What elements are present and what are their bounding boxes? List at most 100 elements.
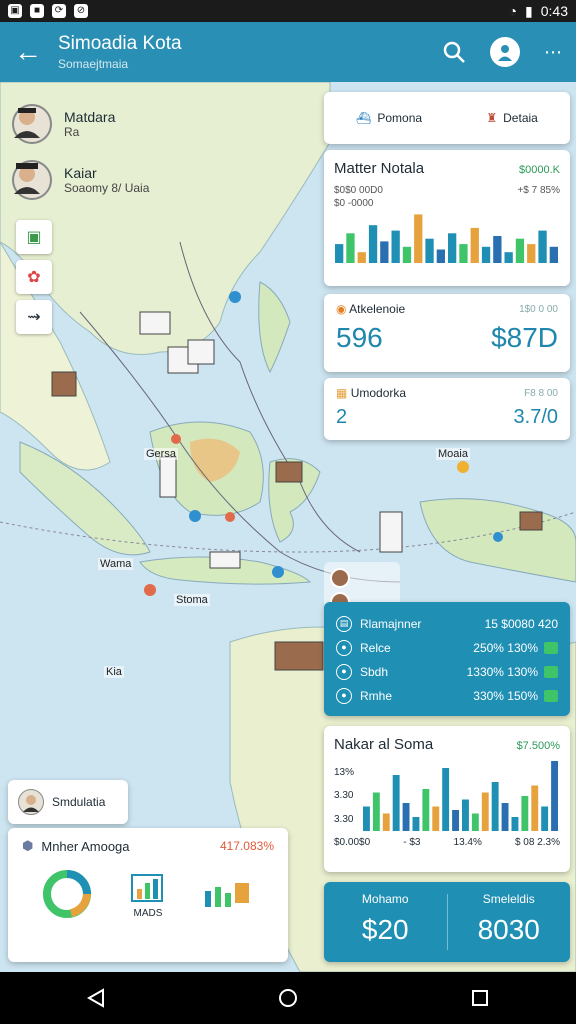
row-label: Rmhe xyxy=(360,689,393,703)
chart-bar xyxy=(493,236,502,263)
status-bar: ▣ ■ ⟳ ⊘ ◔ ▮ 0:43 xyxy=(0,0,576,22)
info-icon: ◉ xyxy=(336,302,347,316)
summary-percent: 417.083% xyxy=(219,839,274,853)
stat-value-right: 3.7/0 xyxy=(513,406,558,428)
person-icon xyxy=(23,795,39,812)
row-label: Rlamajnner xyxy=(360,617,422,631)
chart-bar xyxy=(471,813,479,831)
back-arrow-icon[interactable]: ← xyxy=(14,36,58,68)
x-label: $0.00$0 xyxy=(334,837,371,848)
person-row-2[interactable]: Kaiar Soaomy 8/ Uaia xyxy=(12,160,149,200)
chip-label: Detaia xyxy=(503,111,538,125)
chart-bar xyxy=(382,813,390,831)
map-label-stoma: Stoma xyxy=(174,594,210,606)
chart-value: $0000.K xyxy=(519,164,560,176)
table-row[interactable]: ● Sbdh 1330% 130% xyxy=(336,660,558,684)
person-icon xyxy=(14,108,40,138)
row-value: 250% 130% xyxy=(473,641,538,655)
stat-value-left: 596 xyxy=(336,322,383,353)
row-icon: ● xyxy=(336,688,352,704)
chip-detaia[interactable]: ♜ Detaia xyxy=(486,111,537,125)
chart-line2-left: $0 -0000 xyxy=(334,198,374,209)
chart-bar xyxy=(527,244,536,263)
bar-chart xyxy=(363,761,558,831)
route-tool-icon[interactable]: ⇝ xyxy=(16,300,52,334)
chart-value: $7.500% xyxy=(516,740,560,752)
back-triangle-icon[interactable] xyxy=(85,987,107,1009)
stat-value-left: 2 xyxy=(336,406,348,428)
chart-bar xyxy=(452,810,459,831)
map-label-mooa: Moaia xyxy=(436,448,470,460)
chart-bar xyxy=(436,249,445,263)
recents-square-icon[interactable] xyxy=(469,987,491,1009)
layer-tool-icon[interactable]: ✿ xyxy=(16,260,52,294)
poi-marker[interactable] xyxy=(330,568,350,588)
y-label: 3.30 xyxy=(334,813,354,825)
chart-bar xyxy=(391,230,400,263)
summary-card[interactable]: ⬢ Mnher Amooga 417.083% MADS xyxy=(8,828,288,962)
search-icon[interactable] xyxy=(442,40,466,64)
map-label-wama: Wama xyxy=(98,558,134,570)
table-row[interactable]: ● Relce 250% 130% xyxy=(336,636,558,660)
chip-pomona[interactable]: ⛴ Pomona xyxy=(356,111,422,125)
bag-tool-icon[interactable]: ▣ xyxy=(16,220,52,254)
wifi-icon: ◔ xyxy=(508,3,518,19)
chip-label: Pomona xyxy=(377,111,423,125)
chart-line-right: +$ 7 85% xyxy=(517,185,560,196)
avatar xyxy=(12,104,52,144)
user-icon xyxy=(498,45,512,61)
chart-bar xyxy=(402,803,410,831)
table-row[interactable]: ● Rmhe 330% 150% xyxy=(336,684,558,708)
row-label: Relce xyxy=(360,641,391,655)
total-right: Smeleldis 8030 xyxy=(448,882,571,962)
chart-bar xyxy=(448,233,457,263)
home-circle-icon[interactable] xyxy=(277,987,299,1009)
landmark-icon: ♜ xyxy=(486,111,498,125)
summary-title: Mnher Amooga xyxy=(41,838,130,854)
battery-icon: ▮ xyxy=(525,2,533,19)
mini-bar-icon xyxy=(205,883,250,907)
person-row-1[interactable]: Matdara Ra xyxy=(12,104,115,144)
y-label: 13% xyxy=(334,767,355,779)
y-label: 3.30 xyxy=(334,790,354,802)
metrics-table-card[interactable]: ▤ Rlamajnner 15 $0080 420 ● Relce 250% 1… xyxy=(324,602,570,716)
chart-bar xyxy=(470,227,479,263)
market-chart-card[interactable]: Matter Notala $0000.K $0$0 00D0 +$ 7 85%… xyxy=(324,150,570,286)
totals-card[interactable]: Mohamo $20 Smeleldis 8030 xyxy=(324,882,570,962)
chart-bar xyxy=(442,768,450,831)
chart-bar xyxy=(432,806,440,831)
row-icon: ▤ xyxy=(336,616,352,632)
stat-card-1[interactable]: ◉ Atkelenoie 1$0 0 00 596 $87D xyxy=(324,294,570,372)
total-label: Mohamo xyxy=(361,892,409,906)
system-navigation-bar xyxy=(0,972,576,1024)
chart-bar xyxy=(504,252,513,263)
row-label: Sbdh xyxy=(360,665,389,679)
chart-bar xyxy=(501,803,509,831)
status-badge xyxy=(544,666,558,678)
chart-title: Matter Notala xyxy=(334,160,425,177)
blocked-icon: ⊘ xyxy=(74,4,88,18)
thumbnail-caption: MADS xyxy=(133,908,163,919)
profile-avatar-button[interactable] xyxy=(490,37,520,67)
chart-bar xyxy=(481,792,489,831)
chart-thumbnail: MADS xyxy=(130,869,166,919)
person-icon xyxy=(14,163,40,194)
row-value: 1330% 130% xyxy=(466,665,538,679)
chart-bar xyxy=(368,225,378,263)
sync-icon: ⟳ xyxy=(52,4,66,18)
boat-icon: ⛴ xyxy=(356,111,372,125)
chart-bar xyxy=(346,233,355,263)
chart-bar xyxy=(412,817,420,831)
hexagon-icon: ⬢ xyxy=(22,838,34,853)
total-left: Mohamo $20 xyxy=(324,882,447,962)
more-options-icon[interactable]: ⋯ xyxy=(544,42,562,63)
chart-bar xyxy=(549,246,558,263)
sales-chart-card[interactable]: Nakar al Soma $7.500% 13% 3.30 3.30 $0.0… xyxy=(324,726,570,872)
person-subtitle: Ra xyxy=(64,125,80,139)
table-row[interactable]: ▤ Rlamajnner 15 $0080 420 xyxy=(336,612,558,636)
stat-label: Umodorka xyxy=(350,386,407,400)
chart-bar xyxy=(551,761,558,831)
stat-card-2[interactable]: ▦ Umodorka F8 8 00 2 3.7/0 xyxy=(324,378,570,440)
person-subtitle: Soaomy 8/ Uaia xyxy=(64,181,150,195)
profile-chip[interactable]: Smdulatia xyxy=(8,780,128,824)
